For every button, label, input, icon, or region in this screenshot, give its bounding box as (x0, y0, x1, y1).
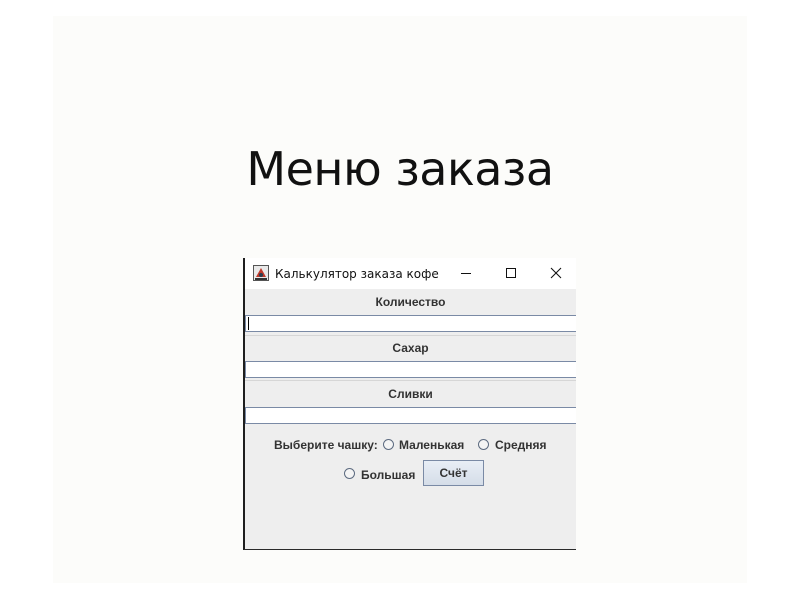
slide-title: Меню заказа (246, 142, 554, 196)
radio-medium-label[interactable]: Средняя (495, 438, 547, 452)
radio-small-label[interactable]: Маленькая (399, 438, 464, 452)
cream-input[interactable] (245, 407, 576, 424)
text-caret (248, 317, 249, 330)
sugar-label: Сахар (392, 341, 429, 355)
divider (245, 380, 576, 381)
close-button[interactable] (543, 263, 569, 283)
app-window: Калькулятор заказа кофе Количество Сахар… (243, 258, 576, 550)
maximize-button[interactable] (498, 263, 524, 283)
cup-prompt-label: Выберите чашку: (274, 438, 378, 452)
window-titlebar[interactable]: Калькулятор заказа кофе (245, 258, 576, 289)
cream-label: Сливки (388, 387, 433, 401)
minimize-icon (461, 273, 471, 274)
bill-button[interactable]: Счёт (423, 460, 484, 486)
radio-large[interactable] (344, 468, 355, 479)
minimize-button[interactable] (453, 263, 479, 283)
radio-small[interactable] (383, 439, 394, 450)
sugar-input[interactable] (245, 361, 576, 378)
close-icon (550, 267, 562, 279)
quantity-input[interactable] (245, 315, 576, 332)
maximize-icon (506, 268, 516, 278)
java-app-icon (253, 265, 269, 281)
divider (245, 335, 576, 336)
window-title: Калькулятор заказа кофе (275, 267, 439, 281)
quantity-label: Количество (375, 295, 446, 309)
radio-large-label[interactable]: Большая (361, 468, 415, 482)
radio-medium[interactable] (478, 439, 489, 450)
